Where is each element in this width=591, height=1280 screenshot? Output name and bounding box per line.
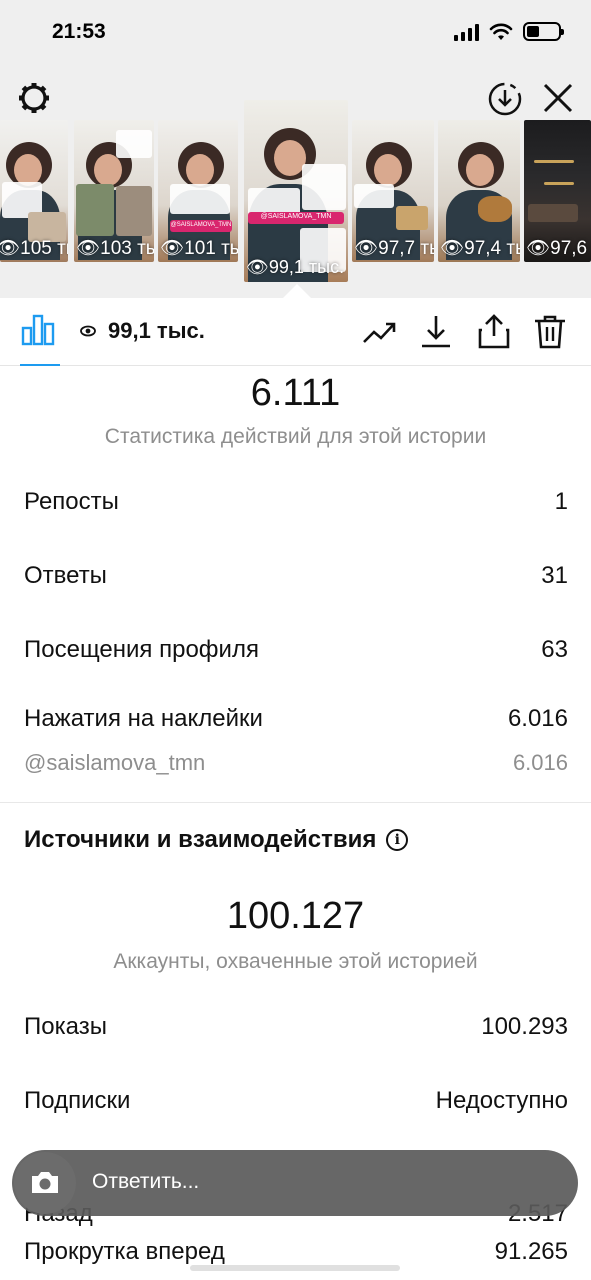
reply-input[interactable]: Ответить... bbox=[12, 1150, 578, 1216]
close-icon[interactable] bbox=[540, 80, 576, 116]
battery-icon bbox=[523, 22, 564, 41]
stat-row-profile-visits: Посещения профиля 63 bbox=[24, 636, 568, 664]
share-icon[interactable] bbox=[474, 312, 514, 352]
stat-value: 31 bbox=[541, 562, 568, 589]
eye-icon bbox=[80, 325, 96, 337]
section-title-label: Источники и взаимодействия bbox=[24, 826, 377, 853]
stat-label: Показы bbox=[24, 1013, 107, 1040]
view-count-label: 99,1 тыс. bbox=[108, 318, 205, 343]
story-thumbnail[interactable]: 👁97,7 тыс. bbox=[352, 120, 434, 262]
mention-sticker: @SAISLAMOVA_TMN bbox=[248, 212, 344, 224]
promote-trend-icon[interactable] bbox=[360, 312, 400, 352]
view-count: 👁105 тыс. bbox=[0, 238, 68, 259]
story-thumbnail[interactable]: @SAISLAMOVA_TMN 👁101 тыс. bbox=[158, 120, 238, 262]
stat-label: Посещения профиля bbox=[24, 636, 259, 663]
story-thumbnail[interactable]: 👁103 тыс. bbox=[74, 120, 154, 262]
stat-value: 91.265 bbox=[494, 1238, 568, 1264]
story-thumbnail[interactable]: 👁97,6 тыс. bbox=[524, 120, 591, 262]
tab-insights[interactable] bbox=[20, 312, 60, 366]
stat-label: Прокрутка вперед bbox=[24, 1238, 225, 1264]
story-thumbnail[interactable]: 👁97,4 тыс. bbox=[438, 120, 520, 262]
selected-pointer bbox=[283, 284, 311, 298]
bar-chart-icon bbox=[21, 314, 55, 346]
status-time: 21:53 bbox=[52, 20, 106, 43]
stat-value: 1 bbox=[554, 488, 568, 515]
wifi-icon bbox=[489, 23, 513, 40]
stat-label: Нажатия на наклейки bbox=[24, 705, 263, 732]
interactions-total: 6.111 bbox=[250, 372, 341, 414]
story-thumbnail-selected[interactable]: @SAISLAMOVA_TMN 👁99,1 тыс. bbox=[244, 100, 348, 282]
view-count: 👁101 тыс. bbox=[160, 238, 238, 259]
view-count: 👁103 тыс. bbox=[76, 238, 154, 259]
stat-value: 63 bbox=[541, 636, 568, 663]
gear-icon[interactable] bbox=[16, 80, 52, 116]
stat-row-shares: Репосты 1 bbox=[24, 488, 568, 516]
mention-sticker: @SAISLAMOVA_TMN bbox=[170, 220, 232, 232]
reply-placeholder: Ответить... bbox=[92, 1170, 200, 1193]
stat-label: Репосты bbox=[24, 488, 119, 515]
view-count: 👁99,1 тыс. bbox=[246, 257, 345, 277]
stat-row-replies: Ответы 31 bbox=[24, 562, 568, 590]
status-icons bbox=[454, 22, 564, 41]
viewers-count[interactable]: 99,1 тыс. bbox=[80, 318, 205, 344]
stat-value: Недоступно bbox=[435, 1087, 568, 1114]
story-thumbnail[interactable]: 👁105 тыс. bbox=[0, 120, 68, 262]
stat-row-sticker-taps: Нажатия на наклейки 6.016 bbox=[24, 705, 568, 733]
reach-total: 100.127 bbox=[226, 895, 365, 937]
stat-label: Подписки bbox=[24, 1087, 131, 1114]
stat-label: @saislamova_tmn bbox=[24, 750, 206, 775]
download-icon[interactable] bbox=[416, 312, 456, 352]
insights-toolbar: 99,1 тыс. bbox=[0, 298, 591, 366]
stat-row-follows: Подписки Недоступно bbox=[24, 1087, 568, 1115]
home-indicator bbox=[190, 1265, 400, 1271]
stat-row-forward: Прокрутка вперед 91.265 bbox=[24, 1238, 568, 1264]
trash-icon[interactable] bbox=[530, 312, 570, 352]
view-count: 👁97,7 тыс. bbox=[354, 238, 434, 259]
view-count: 👁97,4 тыс. bbox=[440, 238, 520, 259]
signal-icon bbox=[454, 23, 479, 41]
stat-row-sticker-mention[interactable]: @saislamova_tmn 6.016 bbox=[24, 750, 568, 776]
status-bar: 21:53 bbox=[0, 0, 591, 64]
stat-row-impressions: Показы 100.293 bbox=[24, 1013, 568, 1041]
info-icon[interactable]: i bbox=[386, 829, 409, 851]
discovery-section-title: Источники и взаимодействия i bbox=[24, 826, 409, 854]
reach-subtitle: Аккаунты, охваченные этой историей bbox=[113, 950, 478, 973]
interactions-subtitle: Статистика действий для этой истории bbox=[104, 425, 487, 448]
camera-icon bbox=[32, 1172, 58, 1193]
section-divider bbox=[0, 802, 591, 803]
stories-header: 21:53 👁105 т 👁103 ты @SAISLAMOVA_TMN 👁10… bbox=[0, 0, 591, 298]
view-count: 👁97,6 тыс. bbox=[526, 238, 591, 259]
stat-label: Ответы bbox=[24, 562, 107, 589]
stat-value: 6.016 bbox=[507, 705, 568, 732]
download-circle-icon[interactable] bbox=[486, 80, 524, 118]
camera-button[interactable] bbox=[14, 1152, 76, 1214]
stat-value: 6.016 bbox=[512, 750, 568, 775]
stat-value: 100.293 bbox=[481, 1013, 568, 1040]
